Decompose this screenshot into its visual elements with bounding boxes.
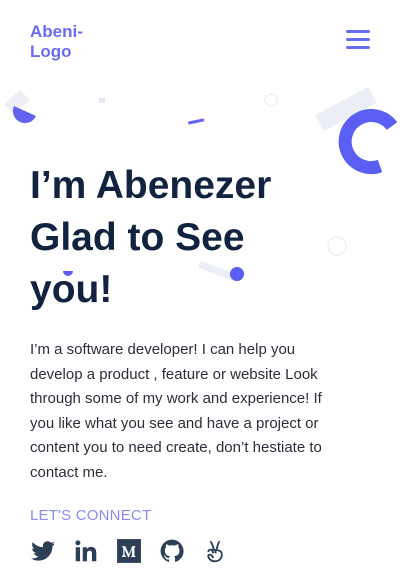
github-icon[interactable] [159,538,187,566]
site-logo[interactable]: Abeni-Logo [30,22,100,62]
hero-headline: I’m Abenezer Glad to See you! [30,160,360,316]
headline-line: you! [30,268,113,311]
hero-bio: I’m a software developer! I can help you… [30,341,322,481]
connect-label: LET'S CONNECT [30,507,152,524]
headline-line: Glad to See [30,216,245,259]
medium-icon[interactable] [116,538,144,566]
linkedin-icon[interactable] [73,538,101,566]
hamburger-menu-icon[interactable] [346,30,372,50]
angellist-icon[interactable] [202,538,230,566]
social-links [30,538,245,566]
twitter-icon[interactable] [30,538,58,566]
headline-line: I’m Abenezer [30,164,272,207]
